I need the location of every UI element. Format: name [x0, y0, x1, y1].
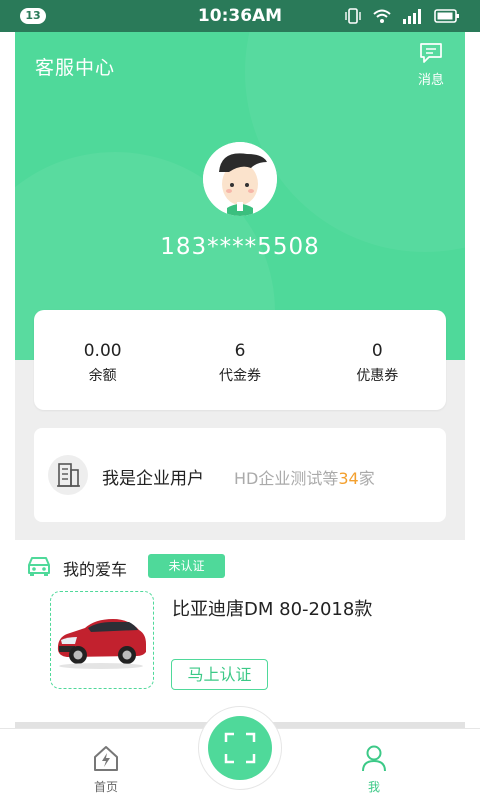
stat-value: 0	[371, 341, 383, 361]
stat-coupons[interactable]: 0 优惠券	[309, 310, 446, 410]
stat-vouchers[interactable]: 6 代金券	[171, 310, 308, 410]
building-icon	[48, 455, 88, 495]
stat-value: 6	[234, 341, 246, 361]
car-model-name: 比亚迪唐DM 80-2018款	[172, 599, 373, 620]
signal-icon	[403, 9, 421, 24]
app-screen: 13 10:36AM 客服中心 消息 183****5508 0.00 余额 6…	[0, 0, 480, 800]
messages-button[interactable]: 消息	[415, 42, 447, 88]
account-stats-card: 0.00 余额 6 代金券 0 优惠券	[34, 310, 446, 410]
nav-home-label: 首页	[93, 780, 118, 794]
vibrate-icon	[345, 8, 361, 24]
scan-icon	[224, 732, 256, 764]
wifi-icon	[373, 9, 391, 23]
messages-label: 消息	[417, 73, 444, 88]
battery-icon	[434, 9, 459, 23]
enterprise-desc-suffix: 家	[358, 469, 375, 488]
enterprise-count: 34	[338, 469, 359, 488]
nav-me-label: 我	[367, 780, 380, 794]
nav-home[interactable]: 首页	[76, 743, 136, 795]
car-icon	[26, 554, 52, 582]
stat-label: 优惠券	[356, 368, 399, 384]
avatar[interactable]	[203, 142, 277, 216]
nav-me[interactable]: 我	[344, 743, 404, 795]
stat-label: 代金券	[218, 368, 261, 384]
person-icon	[362, 745, 386, 772]
status-bar: 13 10:36AM	[0, 0, 480, 32]
status-icons	[344, 7, 460, 25]
enterprise-title: 我是企业用户	[102, 469, 204, 489]
message-icon	[420, 43, 442, 63]
enterprise-desc-prefix: HD企业测试等	[234, 469, 339, 488]
phone-number: 183****5508	[160, 234, 320, 260]
enterprise-user-card[interactable]: 我是企业用户 HD企业测试等34家	[34, 428, 446, 522]
user-avatar-icon	[203, 142, 277, 216]
stat-balance[interactable]: 0.00 余额	[34, 310, 171, 410]
verify-now-button[interactable]: 马上认证	[171, 659, 268, 690]
customer-service-link[interactable]: 客服中心	[35, 53, 115, 80]
home-charge-icon	[94, 746, 118, 771]
enterprise-description: HD企业测试等34家	[234, 465, 375, 489]
verification-status-badge: 未认证	[148, 554, 225, 578]
red-suv-image	[57, 619, 147, 669]
stat-label: 余额	[88, 368, 117, 384]
car-photo[interactable]	[50, 591, 154, 689]
my-car-title: 我的爱车	[63, 560, 128, 579]
stat-value: 0.00	[83, 341, 122, 361]
scan-button[interactable]	[208, 716, 272, 780]
